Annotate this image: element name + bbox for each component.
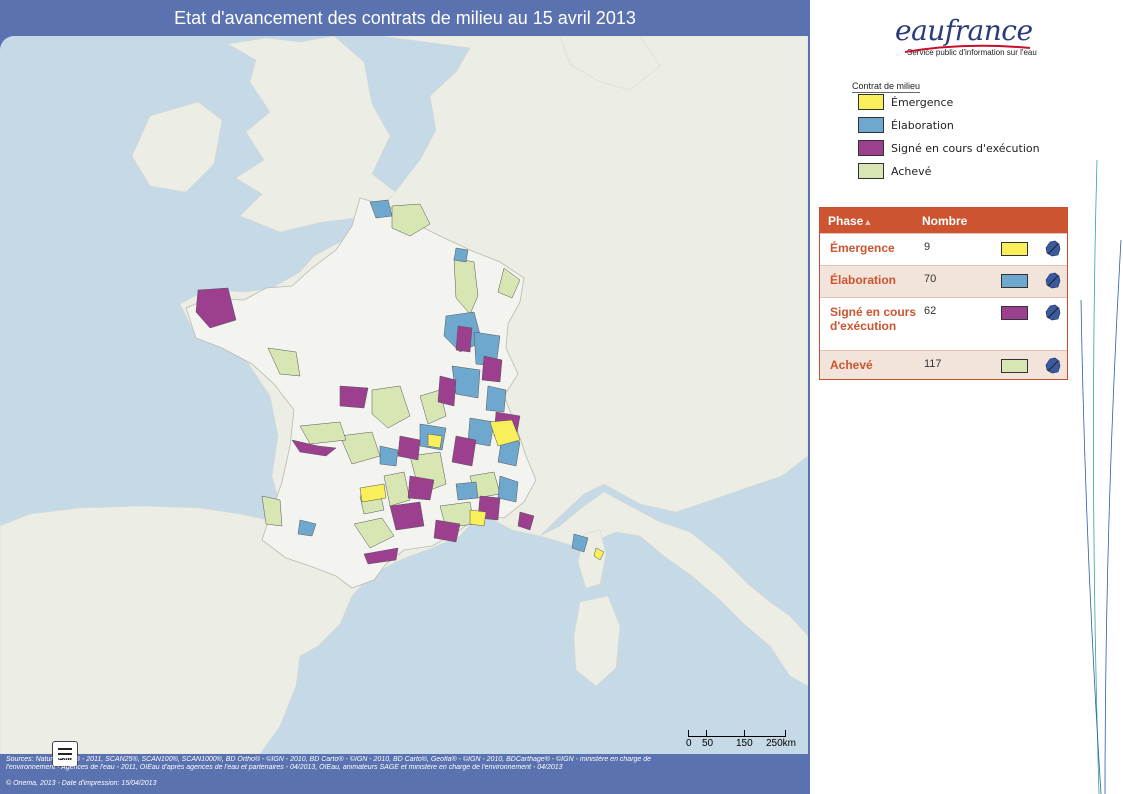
france-map-icon[interactable] bbox=[1044, 240, 1062, 258]
scale-label-50: 50 bbox=[702, 738, 714, 749]
scale-bar: 0 50 150 250km bbox=[686, 730, 796, 750]
print-credit: © Onema, 2013 - Date d'impression: 15/04… bbox=[6, 780, 157, 787]
decorative-water-lines bbox=[1080, 160, 1122, 794]
legend-label: Signé en cours d'exécution bbox=[891, 141, 1040, 155]
map-canvas[interactable] bbox=[0, 36, 808, 754]
legend-item-signe: Signé en cours d'exécution bbox=[858, 138, 1040, 158]
row-swatch bbox=[1001, 359, 1028, 373]
scale-label-0: 0 bbox=[686, 738, 692, 749]
map-title: Etat d'avancement des contrats de milieu… bbox=[0, 0, 810, 36]
legend-swatch bbox=[858, 94, 884, 110]
logo-wordmark: eaufrance bbox=[895, 14, 1033, 47]
legend-swatch bbox=[858, 163, 884, 179]
ireland-shape bbox=[131, 101, 223, 193]
column-header-phase[interactable]: Phase▲ bbox=[828, 214, 872, 228]
row-swatch bbox=[1001, 242, 1028, 256]
eaufrance-logo[interactable]: eaufrance Service public d'information s… bbox=[895, 14, 1045, 70]
legend-swatch bbox=[858, 140, 884, 156]
legend-item-elaboration: Élaboration bbox=[858, 115, 954, 135]
table-row[interactable]: Émergence 9 bbox=[820, 233, 1067, 265]
legend-swatch bbox=[858, 117, 884, 133]
row-swatch bbox=[1001, 306, 1028, 320]
france-map-icon[interactable] bbox=[1044, 357, 1062, 375]
phase-table: Phase▲ Nombre Émergence 9 Élaboration 70… bbox=[819, 207, 1068, 380]
column-header-count[interactable]: Nombre bbox=[922, 214, 967, 228]
row-phase: Élaboration bbox=[830, 273, 897, 287]
row-count: 62 bbox=[924, 305, 937, 317]
sources-line-2: l'environnement - Agences de l'eau - 201… bbox=[6, 764, 563, 771]
menu-icon bbox=[58, 753, 72, 755]
legend-label: Émergence bbox=[891, 95, 954, 109]
row-swatch bbox=[1001, 274, 1028, 288]
row-phase: Achevé bbox=[830, 358, 873, 372]
france-map-icon[interactable] bbox=[1044, 304, 1062, 322]
sort-ascending-icon: ▲ bbox=[863, 217, 873, 227]
legend: Contrat de milieu Émergence Élaboration … bbox=[852, 76, 1052, 179]
row-phase: Signé en cours d'exécution bbox=[830, 305, 917, 333]
row-count: 70 bbox=[924, 273, 937, 285]
map-svg[interactable] bbox=[0, 36, 808, 754]
legend-item-acheve: Achevé bbox=[858, 161, 931, 181]
table-header: Phase▲ Nombre bbox=[820, 208, 1067, 233]
scale-label-250: 250km bbox=[766, 738, 797, 749]
scale-label-150: 150 bbox=[736, 738, 753, 749]
legend-label: Élaboration bbox=[891, 118, 954, 132]
legend-label: Achevé bbox=[891, 164, 932, 178]
sardinia-shape bbox=[573, 595, 621, 687]
sources-text: Sources: NaturalEarth® - 2011, SCAN25®, … bbox=[6, 756, 796, 772]
sources-line-1: Sources: NaturalEarth® - 2011, SCAN25®, … bbox=[6, 756, 652, 763]
logo-swoosh-icon bbox=[905, 44, 1030, 53]
table-row[interactable]: Élaboration 70 bbox=[820, 265, 1067, 297]
row-count: 117 bbox=[924, 358, 942, 370]
table-row[interactable]: Signé en cours d'exécution 62 bbox=[820, 297, 1067, 350]
map-panel: Etat d'avancement des contrats de milieu… bbox=[0, 0, 810, 794]
france-map-icon[interactable] bbox=[1044, 272, 1062, 290]
menu-icon bbox=[58, 748, 72, 750]
table-row[interactable]: Achevé 117 bbox=[820, 350, 1067, 379]
scale-line bbox=[688, 730, 786, 737]
row-phase: Émergence bbox=[830, 241, 895, 255]
scale-tick bbox=[744, 730, 745, 736]
legend-item-emergence: Émergence bbox=[858, 92, 953, 112]
scale-tick bbox=[706, 730, 707, 736]
column-header-phase-label: Phase bbox=[828, 214, 864, 228]
row-count: 9 bbox=[924, 241, 931, 253]
